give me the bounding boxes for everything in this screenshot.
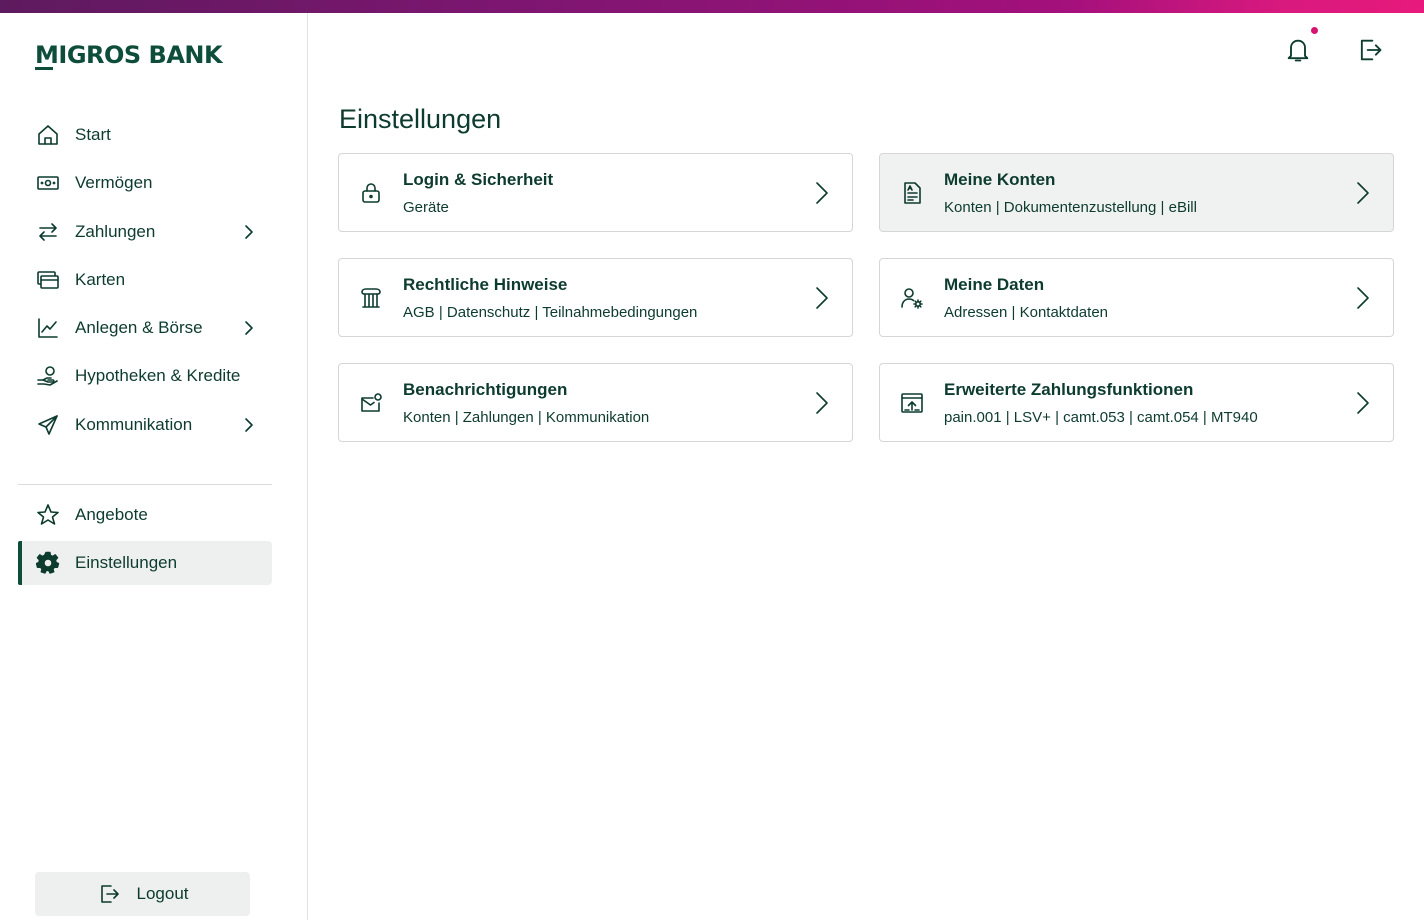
chart-line-icon (35, 315, 61, 341)
sidebar-item-vermoegen[interactable]: Vermögen (18, 161, 272, 205)
chevron-right-icon (1357, 392, 1369, 414)
hand-coin-icon (35, 363, 61, 389)
mail-notification-icon (361, 393, 382, 412)
sidebar-item-label: Anlegen & Börse (75, 318, 203, 338)
card-subtitle: Adressen | Kontaktdaten (944, 304, 1109, 321)
sidebar-item-label: Angebote (75, 505, 148, 524)
sidebar-item-label: Zahlungen (75, 221, 156, 241)
logo-underline (35, 67, 53, 70)
chevron-right-icon (816, 182, 828, 204)
lock-icon (362, 183, 380, 203)
chevron-right-icon (1357, 287, 1369, 309)
sidebar-item-hypotheken-kredite[interactable]: Hypotheken & Kredite (18, 354, 272, 398)
paper-plane-icon (35, 412, 61, 438)
sidebar-item-start[interactable]: Start (18, 113, 272, 157)
settings-card-erweiterte-zahlungsfunktionen[interactable]: Erweiterte Zahlungsfunktionen pain.001 |… (879, 363, 1394, 442)
bank-building-icon (361, 288, 381, 308)
chevron-right-icon (816, 392, 828, 414)
chevron-right-icon (245, 417, 253, 432)
card-subtitle: Geräte (403, 199, 449, 216)
chevron-right-icon (816, 287, 828, 309)
banknote-icon (35, 170, 61, 196)
card-title: Erweiterte Zahlungsfunktionen (944, 380, 1194, 399)
settings-card-login-sicherheit[interactable]: Login & Sicherheit Geräte (338, 153, 853, 232)
bell-icon (1287, 39, 1309, 62)
home-icon (35, 122, 61, 148)
brand-logo[interactable]: MIGROS BANK (35, 41, 223, 69)
sidebar-item-einstellungen[interactable]: Einstellungen (18, 541, 272, 586)
notifications-button[interactable] (1284, 27, 1318, 64)
sidebar-item-label: Hypotheken & Kredite (75, 366, 241, 386)
settings-card-grid: Login & Sicherheit Geräte Meine Konten K… (338, 153, 1394, 442)
settings-card-meine-konten[interactable]: Meine Konten Konten | Dokumentenzustellu… (879, 153, 1394, 232)
arrows-exchange-icon (35, 219, 61, 245)
card-title: Meine Daten (944, 275, 1045, 294)
sidebar-item-anlegen-boerse[interactable]: Anlegen & Börse (18, 306, 272, 350)
card-subtitle: AGB | Datenschutz | Teilnahmebedingungen (403, 304, 698, 321)
settings-card-benachrichtigungen[interactable]: Benachrichtigungen Konten | Zahlungen | … (338, 363, 853, 442)
sidebar-item-zahlungen[interactable]: Zahlungen (18, 210, 272, 254)
card-title: Rechtliche Hinweise (403, 275, 568, 294)
sidebar-item-label: Vermögen (75, 173, 153, 193)
cards-icon (35, 267, 61, 293)
secondary-navigation: Angebote Einstellungen (18, 493, 272, 590)
card-title: Login & Sicherheit (403, 170, 554, 189)
logout-label: Logout (136, 884, 189, 903)
card-title: Meine Konten (944, 170, 1056, 189)
sidebar-item-karten[interactable]: Karten (18, 258, 272, 302)
sidebar-item-angebote[interactable]: Angebote (18, 493, 272, 537)
card-subtitle: Konten | Dokumentenzustellung | eBill (944, 199, 1197, 216)
notification-badge (1311, 27, 1318, 34)
user-settings-icon (901, 288, 923, 309)
settings-card-rechtliche-hinweise[interactable]: Rechtliche Hinweise AGB | Datenschutz | … (338, 258, 853, 337)
chevron-right-icon (245, 224, 253, 239)
logout-icon (100, 885, 119, 903)
document-icon (904, 182, 921, 204)
chevron-right-icon (245, 321, 253, 335)
sidebar-logout-button[interactable]: Logout (35, 872, 250, 916)
gear-icon (35, 550, 61, 576)
header-actions (1284, 27, 1384, 64)
main-navigation: Start Vermögen Zahlungen Karten Anlegen … (18, 113, 272, 451)
upload-window-icon (901, 393, 923, 413)
sidebar-item-label: Karten (75, 269, 126, 289)
page-title: Einstellungen (339, 104, 502, 134)
chevron-right-icon (1357, 182, 1369, 204)
sidebar: MIGROS BANK Start Vermögen Zahlungen Kar… (0, 13, 308, 920)
sidebar-item-label: Start (75, 125, 111, 144)
logout-icon (1360, 39, 1382, 61)
card-subtitle: Konten | Zahlungen | Kommunikation (403, 409, 650, 426)
settings-card-meine-daten[interactable]: Meine Daten Adressen | Kontaktdaten (879, 258, 1394, 337)
sidebar-item-label: Kommunikation (75, 414, 193, 434)
sidebar-item-kommunikation[interactable]: Kommunikation (18, 403, 272, 447)
top-gradient-bar (0, 0, 1424, 13)
star-icon (35, 502, 61, 528)
card-subtitle: pain.001 | LSV+ | camt.053 | camt.054 | … (944, 409, 1258, 426)
sidebar-divider (18, 484, 272, 485)
card-title: Benachrichtigungen (403, 380, 568, 399)
header-logout-button[interactable] (1356, 36, 1384, 64)
sidebar-item-label: Einstellungen (75, 553, 178, 573)
